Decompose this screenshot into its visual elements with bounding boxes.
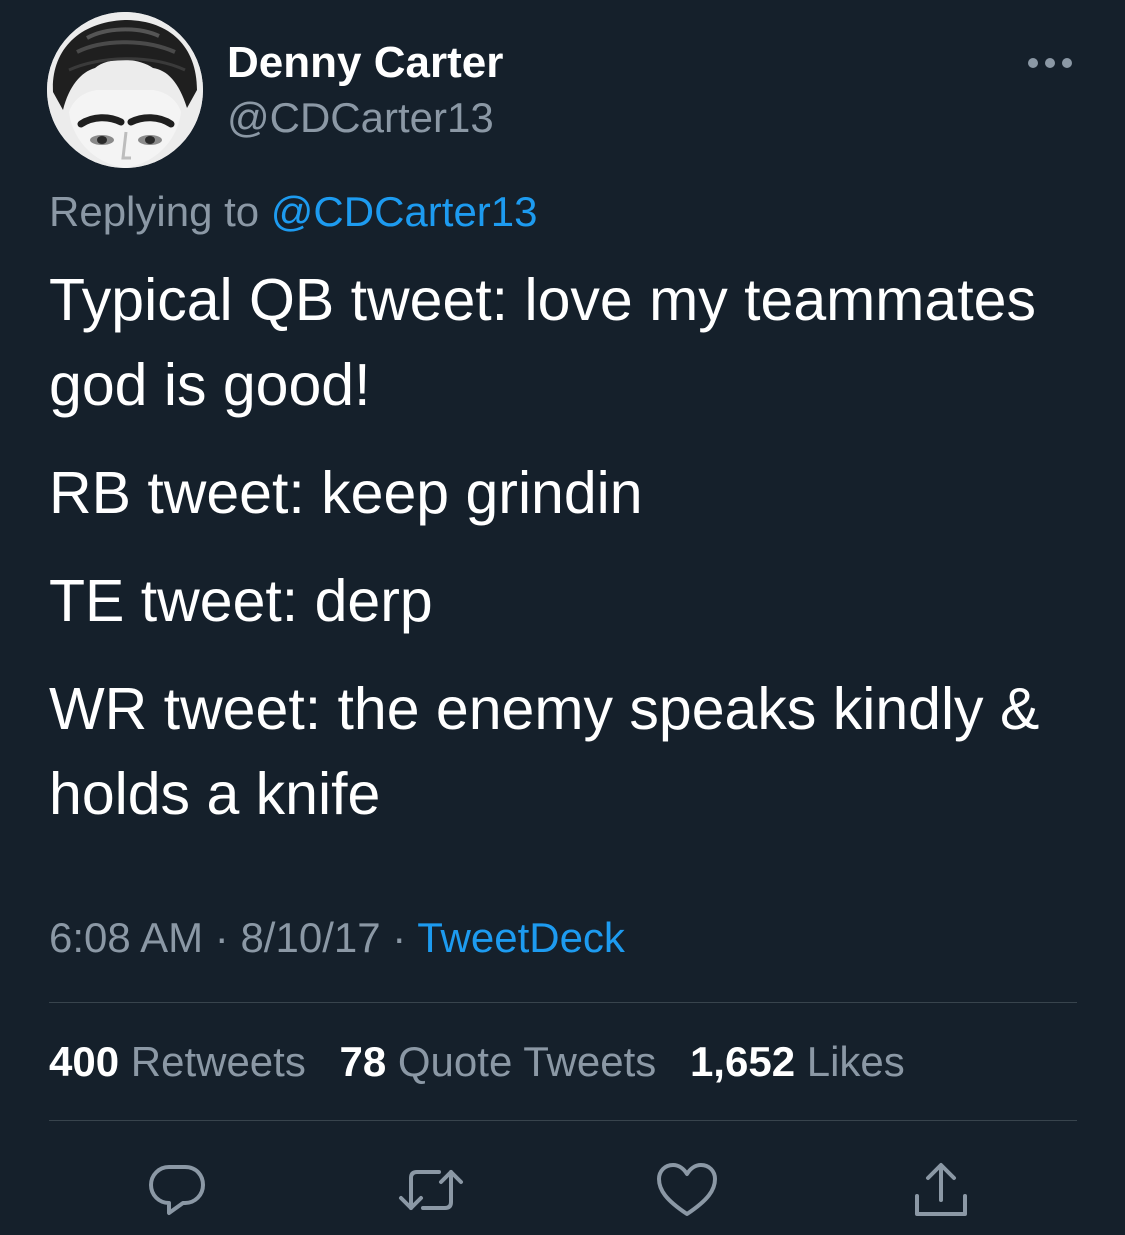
divider xyxy=(49,1002,1077,1003)
cartoon-face-avatar-icon xyxy=(47,12,203,168)
user-handle[interactable]: @CDCarter13 xyxy=(227,94,494,142)
action-bar xyxy=(0,1155,1125,1225)
heart-icon xyxy=(657,1163,717,1216)
retweets-stat[interactable]: 400 Retweets xyxy=(49,1038,306,1086)
reply-button[interactable] xyxy=(142,1155,212,1225)
tweet-time[interactable]: 6:08 AM xyxy=(49,914,203,961)
more-horizontal-icon xyxy=(1028,58,1072,68)
avatar[interactable] xyxy=(47,12,203,168)
likes-label: Likes xyxy=(806,1038,905,1085)
tweet-paragraph: Typical QB tweet: love my teammates god … xyxy=(49,267,1036,418)
replying-to-label: Replying to xyxy=(49,188,260,235)
tweet-paragraph: RB tweet: keep grindin xyxy=(49,460,643,526)
tweet-text: Typical QB tweet: love my teammates god … xyxy=(49,258,1089,860)
quote-tweets-label: Quote Tweets xyxy=(397,1038,657,1085)
likes-count: 1,652 xyxy=(689,1038,796,1085)
likes-stat[interactable]: 1,652 Likes xyxy=(690,1038,905,1086)
tweet-date[interactable]: 8/10/17 xyxy=(240,914,380,961)
like-button[interactable] xyxy=(652,1155,722,1225)
quote-tweets-stat[interactable]: 78 Quote Tweets xyxy=(340,1038,657,1086)
retweets-count: 400 xyxy=(49,1038,120,1085)
tweet-metadata: 6:08 AM · 8/10/17 · TweetDeck xyxy=(49,914,625,962)
retweet-icon xyxy=(399,1170,463,1210)
tweet-source-link[interactable]: TweetDeck xyxy=(417,914,625,961)
engagement-stats: 400 Retweets 78 Quote Tweets 1,652 Likes xyxy=(49,1038,927,1086)
retweet-button[interactable] xyxy=(396,1155,466,1225)
more-options-button[interactable] xyxy=(1024,44,1076,82)
share-button[interactable] xyxy=(906,1155,976,1225)
display-name[interactable]: Denny Carter xyxy=(227,38,503,88)
divider xyxy=(49,1120,1077,1121)
tweet-paragraph: WR tweet: the enemy speaks kindly & hold… xyxy=(49,676,1040,827)
share-icon xyxy=(915,1163,967,1216)
tweet-paragraph: TE tweet: derp xyxy=(49,568,433,634)
meta-separator: · xyxy=(392,914,407,961)
replying-to: Replying to @CDCarter13 xyxy=(49,188,538,236)
meta-separator: · xyxy=(214,914,229,961)
replying-to-mention[interactable]: @CDCarter13 xyxy=(271,188,538,235)
retweets-label: Retweets xyxy=(130,1038,306,1085)
tweet-detail: Denny Carter @CDCarter13 Replying to @CD… xyxy=(0,0,1125,1235)
reply-icon xyxy=(149,1165,205,1215)
quote-tweets-count: 78 xyxy=(339,1038,387,1085)
